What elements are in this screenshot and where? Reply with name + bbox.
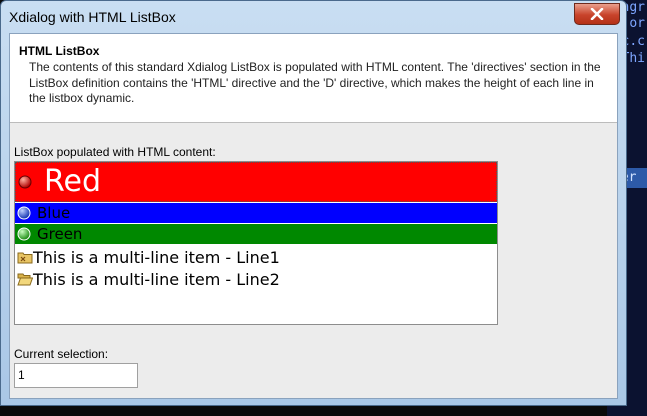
dialog-client-area: HTML ListBox The contents of this standa… bbox=[9, 33, 618, 399]
close-icon bbox=[590, 8, 604, 20]
dialog-header: HTML ListBox The contents of this standa… bbox=[10, 34, 617, 123]
list-item-label: Red bbox=[44, 164, 101, 199]
dialog-window: Xdialog with HTML ListBox HTML ListBox T… bbox=[0, 0, 627, 406]
list-item-label: Blue bbox=[37, 204, 71, 222]
list-item-multiline-2[interactable]: This is a multi-line item - Line2 bbox=[15, 268, 497, 290]
list-item-red[interactable]: Red bbox=[15, 162, 497, 202]
close-button[interactable] bbox=[574, 3, 620, 25]
list-item-label: This is a multi-line item - Line1 bbox=[33, 247, 280, 267]
listbox-label: ListBox populated with HTML content: bbox=[14, 145, 216, 159]
current-selection-label: Current selection: bbox=[14, 347, 109, 361]
window-title: Xdialog with HTML ListBox bbox=[9, 9, 176, 25]
red-ball-icon bbox=[18, 175, 32, 189]
title-bar[interactable]: Xdialog with HTML ListBox bbox=[1, 1, 626, 33]
list-item-blue[interactable]: Blue bbox=[15, 203, 497, 223]
current-selection-field[interactable]: 1 bbox=[14, 363, 138, 388]
list-item-label: Green bbox=[37, 225, 83, 243]
folder-icon bbox=[17, 252, 33, 264]
list-item-multiline-1[interactable]: This is a multi-line item - Line1 bbox=[15, 246, 497, 268]
blue-ball-icon bbox=[17, 206, 31, 220]
list-item-green[interactable]: Green bbox=[15, 224, 497, 244]
html-listbox[interactable]: Red Blue Green This is a multi-line item… bbox=[14, 161, 498, 325]
header-title: HTML ListBox bbox=[19, 44, 100, 58]
folder-open-icon bbox=[17, 273, 33, 286]
green-ball-icon bbox=[17, 227, 31, 241]
list-item-label: This is a multi-line item - Line2 bbox=[33, 269, 280, 289]
header-description: The contents of this standard Xdialog Li… bbox=[29, 60, 601, 105]
